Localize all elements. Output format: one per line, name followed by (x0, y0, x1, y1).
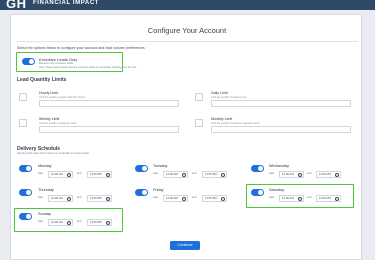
wednesday-end-value: 11:59 PM (319, 172, 331, 176)
wednesday-start-value: 12:00 AM (282, 172, 294, 176)
friday-start-value: 12:00 AM (166, 196, 178, 200)
friday-start-time[interactable]: 12:00 AM (163, 195, 188, 202)
configure-card: Configure Your Account Select the option… (10, 14, 362, 260)
monday-start-time[interactable]: 12:00 AM (48, 171, 73, 178)
clock-icon (335, 197, 339, 201)
wednesday-end-label: end (307, 172, 312, 175)
thursday-start-value: 12:00 AM (51, 196, 63, 200)
exclusive-leads-note: Note: These may be lower and the exclusi… (39, 66, 137, 69)
hourly-limit-label: Hourly Limit (39, 91, 58, 95)
tuesday-start-time[interactable]: 12:00 AM (163, 171, 188, 178)
monthly-limit-label: Monthly Limit (211, 117, 233, 121)
sunday-start-value: 12:00 AM (51, 220, 63, 224)
lead-limits-heading: Lead Quantity Limits (17, 77, 67, 83)
thursday-end-label: end (77, 196, 82, 199)
monthly-limit-input[interactable] (211, 126, 351, 133)
wednesday-start-time[interactable]: 12:00 AM (279, 171, 304, 178)
monday-label: Monday (38, 164, 52, 168)
exclusive-leads-sub: Receive only exclusive leads (39, 62, 74, 65)
monday-start-value: 12:00 AM (51, 172, 63, 176)
hourly-limit-checkbox[interactable] (19, 93, 27, 101)
clock-icon (106, 173, 110, 177)
monday-end-label: end (77, 172, 82, 175)
sunday-toggle[interactable] (19, 213, 32, 220)
weekly-limit-checkbox[interactable] (19, 119, 27, 127)
saturday-end-value: 11:59 PM (319, 196, 331, 200)
clock-icon (335, 173, 339, 177)
thursday-toggle[interactable] (19, 189, 32, 196)
wednesday-toggle[interactable] (251, 165, 264, 172)
thursday-label: Thursday (38, 188, 54, 192)
monday-end-time[interactable]: 11:59 PM (87, 171, 112, 178)
clock-icon (182, 173, 186, 177)
intro-text: Select the options below to configure yo… (17, 46, 145, 50)
friday-end-time[interactable]: 11:59 PM (202, 195, 227, 202)
saturday-label: Saturday (269, 188, 285, 192)
clock-icon (221, 173, 225, 177)
brand-logo: GH (6, 0, 27, 11)
tuesday-end-value: 11:59 PM (205, 172, 217, 176)
brand-name: FINANCIAL IMPACT (33, 0, 100, 6)
weekly-limit-sub: Limit the quantity of leads per week (39, 122, 77, 125)
wednesday-start-label: start (269, 172, 275, 175)
clock-icon (182, 197, 186, 201)
tuesday-toggle[interactable] (135, 165, 148, 172)
monday-toggle[interactable] (19, 165, 32, 172)
daily-limit-checkbox[interactable] (195, 93, 203, 101)
tuesday-end-label: end (192, 172, 197, 175)
tuesday-end-time[interactable]: 11:59 PM (202, 171, 227, 178)
daily-limit-sub: Limit the quantity of leads per day (211, 96, 247, 99)
sunday-end-label: end (77, 220, 82, 223)
clock-icon (106, 197, 110, 201)
friday-toggle[interactable] (135, 189, 148, 196)
hourly-limit-input[interactable] (39, 100, 179, 107)
monday-start-label: start (38, 172, 44, 175)
clock-icon (298, 197, 302, 201)
monday-end-value: 11:59 PM (90, 172, 102, 176)
clock-icon (298, 173, 302, 177)
thursday-end-value: 11:59 PM (90, 196, 102, 200)
weekly-limit-input[interactable] (39, 126, 179, 133)
friday-label: Friday (153, 188, 164, 192)
friday-end-value: 11:59 PM (205, 196, 217, 200)
title-divider (16, 41, 358, 42)
wednesday-end-time[interactable]: 11:59 PM (316, 171, 341, 178)
exclusive-leads-toggle[interactable] (22, 58, 35, 65)
thursday-start-time[interactable]: 12:00 AM (48, 195, 73, 202)
clock-icon (67, 197, 71, 201)
tuesday-start-label: start (153, 172, 159, 175)
weekly-limit-label: Weekly Limit (39, 117, 60, 121)
saturday-end-time[interactable]: 11:59 PM (316, 195, 341, 202)
saturday-start-label: start (269, 196, 275, 199)
continue-button[interactable]: Continue (170, 241, 200, 250)
saturday-toggle[interactable] (251, 189, 264, 196)
wednesday-label: Wednesday (269, 164, 289, 168)
friday-start-label: start (153, 196, 159, 199)
hourly-limit-sub: Limit the quantity of leads within 60 mi… (39, 96, 86, 99)
clock-icon (67, 221, 71, 225)
sunday-end-time[interactable]: 11:59 PM (87, 219, 112, 226)
clock-icon (106, 221, 110, 225)
monthly-limit-sub: Limit the quantity of leads per calendar… (211, 122, 260, 125)
tuesday-label: Tuesday (153, 164, 168, 168)
daily-limit-input[interactable] (211, 100, 351, 107)
sunday-start-time[interactable]: 12:00 AM (48, 219, 73, 226)
monthly-limit-checkbox[interactable] (195, 119, 203, 127)
tuesday-start-value: 12:00 AM (166, 172, 178, 176)
clock-icon (221, 197, 225, 201)
top-header: GH FINANCIAL IMPACT (0, 0, 375, 10)
clock-icon (67, 173, 71, 177)
thursday-end-time[interactable]: 11:59 PM (87, 195, 112, 202)
sunday-start-label: start (38, 220, 44, 223)
sunday-label: Sunday (38, 212, 51, 216)
sunday-end-value: 11:59 PM (90, 220, 102, 224)
saturday-start-time[interactable]: 12:00 AM (279, 195, 304, 202)
friday-end-label: end (192, 196, 197, 199)
saturday-start-value: 12:00 AM (282, 196, 294, 200)
daily-limit-label: Daily Limit (211, 91, 228, 95)
thursday-start-label: start (38, 196, 44, 199)
delivery-schedule-sub: Specify which days of the week you would… (17, 152, 89, 155)
saturday-end-label: end (307, 196, 312, 199)
page-title: Configure Your Account (147, 26, 227, 35)
